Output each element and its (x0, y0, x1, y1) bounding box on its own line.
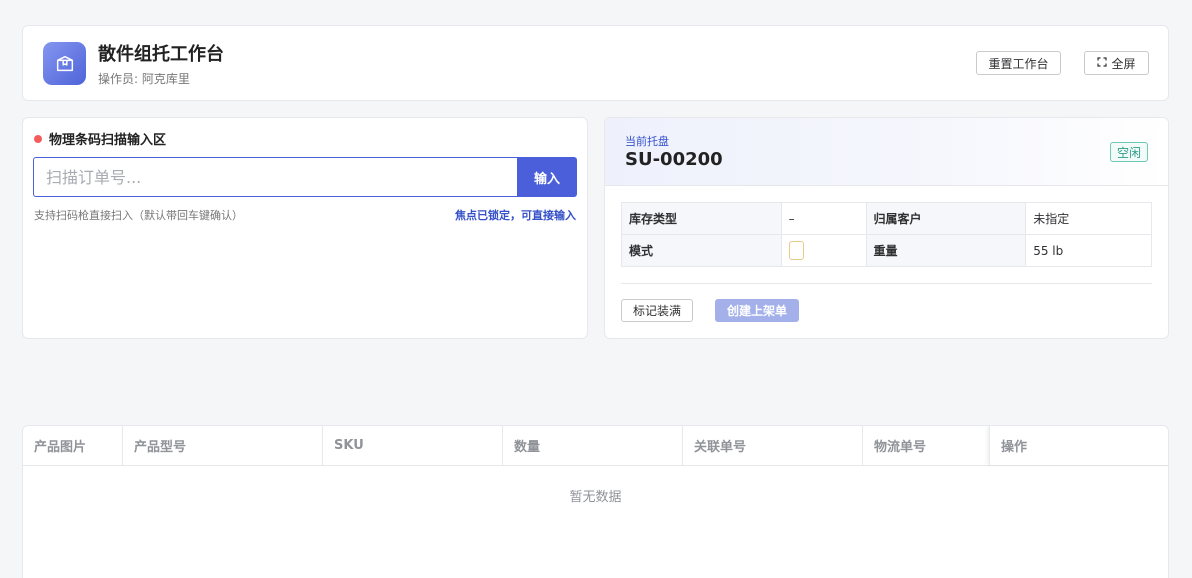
info-row: 库存类型 – 归属客户 未指定 (621, 202, 1152, 235)
column-header-model[interactable]: 产品型号 (123, 426, 323, 465)
operator-label: 操作员: 阿克库里 (98, 72, 190, 86)
scan-input-group: 输入 (33, 157, 577, 197)
workbench-header: 散件组托工作台 操作员: 阿克库里 重置工作台 全屏 (22, 25, 1169, 101)
reset-button-label: 重置工作台 (988, 56, 1049, 71)
focus-status: 焦点已锁定，可直接输入 (455, 209, 576, 222)
column-header-sku[interactable]: SKU (323, 426, 503, 465)
pallet-info-table: 库存类型 – 归属客户 未指定 模式 重量 55 lb (621, 202, 1152, 267)
status-badge: 空闲 (1109, 142, 1148, 162)
column-header-quantity[interactable]: 数量 (503, 426, 683, 465)
divider (621, 283, 1152, 284)
scan-panel: 物理条码扫描输入区 输入 支持扫码枪直接扫入（默认带回车键确认） 焦点已锁定，可… (22, 117, 588, 339)
mark-full-button[interactable]: 标记装满 (621, 299, 693, 322)
column-header-actions: 操作 (989, 426, 1168, 465)
scan-hint: 支持扫码枪直接扫入（默认带回车键确认） (34, 209, 243, 222)
items-table: 产品图片 产品型号 SKU 数量 关联单号 物流单号 操作 暂无数据 (22, 425, 1169, 578)
inventory-type-value: – (780, 202, 867, 235)
scan-title-text: 物理条码扫描输入区 (49, 133, 167, 148)
reset-workbench-button[interactable]: 重置工作台 (976, 51, 1061, 75)
weight-label: 重量 (865, 234, 1027, 267)
pallet-id: SU-00200 (625, 149, 723, 170)
scan-panel-title: 物理条码扫描输入区 (34, 129, 166, 148)
empty-state: 暂无数据 (569, 490, 622, 505)
create-putaway-button[interactable]: 创建上架单 (715, 299, 799, 322)
mode-tag (788, 241, 804, 260)
inventory-type-label: 库存类型 (621, 202, 782, 235)
current-pallet-panel: 当前托盘 SU-00200 空闲 库存类型 – 归属客户 未指定 模式 重量 5… (604, 117, 1169, 339)
column-header-image[interactable]: 产品图片 (23, 426, 123, 465)
table-header: 产品图片 产品型号 SKU 数量 关联单号 物流单号 操作 (23, 426, 1168, 466)
fullscreen-button[interactable]: 全屏 (1084, 51, 1149, 75)
mode-value (780, 234, 867, 267)
package-icon (43, 42, 86, 85)
info-row: 模式 重量 55 lb (621, 234, 1152, 267)
fullscreen-icon (1097, 56, 1108, 70)
barcode-scan-input[interactable] (33, 157, 517, 197)
page-title: 散件组托工作台 (98, 44, 224, 65)
customer-value: 未指定 (1025, 202, 1152, 235)
pallet-label: 当前托盘 (625, 135, 669, 148)
column-header-tracking[interactable]: 物流单号 (863, 426, 989, 465)
status-dot-icon (34, 134, 42, 143)
scan-submit-button[interactable]: 输入 (517, 157, 577, 197)
weight-value: 55 lb (1025, 234, 1152, 267)
pallet-header: 当前托盘 SU-00200 空闲 (605, 118, 1168, 186)
customer-label: 归属客户 (865, 202, 1027, 235)
fullscreen-button-label: 全屏 (1111, 56, 1136, 71)
column-header-reference[interactable]: 关联单号 (683, 426, 863, 465)
mode-label: 模式 (621, 234, 782, 267)
